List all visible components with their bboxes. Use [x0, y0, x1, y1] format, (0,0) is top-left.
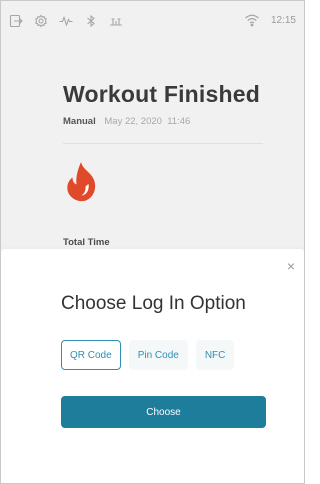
status-bar: 12:15 — [1, 1, 304, 41]
divider — [63, 143, 263, 144]
workout-date: May 22, 2020 11:46 — [104, 116, 191, 127]
workout-meta: Manual May 22, 2020 11:46 — [63, 116, 190, 127]
login-options: QR Code Pin Code NFC — [61, 340, 235, 370]
workout-title: Workout Finished — [63, 81, 260, 107]
option-qr-code[interactable]: QR Code — [61, 340, 121, 370]
app-frame: 12:15 Workout Finished Manual May 22, 20… — [0, 0, 305, 484]
wifi-icon — [244, 13, 260, 27]
bluetooth-icon — [84, 14, 98, 28]
login-option-sheet: × Choose Log In Option QR Code Pin Code … — [1, 249, 304, 483]
choose-button[interactable]: Choose — [61, 396, 266, 428]
activity-icon — [59, 14, 73, 28]
workout-mode: Manual — [63, 116, 96, 127]
usb-icon — [109, 14, 123, 28]
total-time-label: Total Time — [63, 237, 110, 248]
exit-icon — [9, 14, 23, 28]
clock-time: 12:15 — [270, 15, 296, 26]
option-pin-code[interactable]: Pin Code — [128, 340, 188, 370]
flame-icon — [63, 161, 103, 203]
settings-icon — [34, 14, 48, 28]
close-icon[interactable]: × — [284, 259, 298, 273]
option-nfc[interactable]: NFC — [195, 340, 235, 370]
sheet-title: Choose Log In Option — [61, 293, 246, 314]
